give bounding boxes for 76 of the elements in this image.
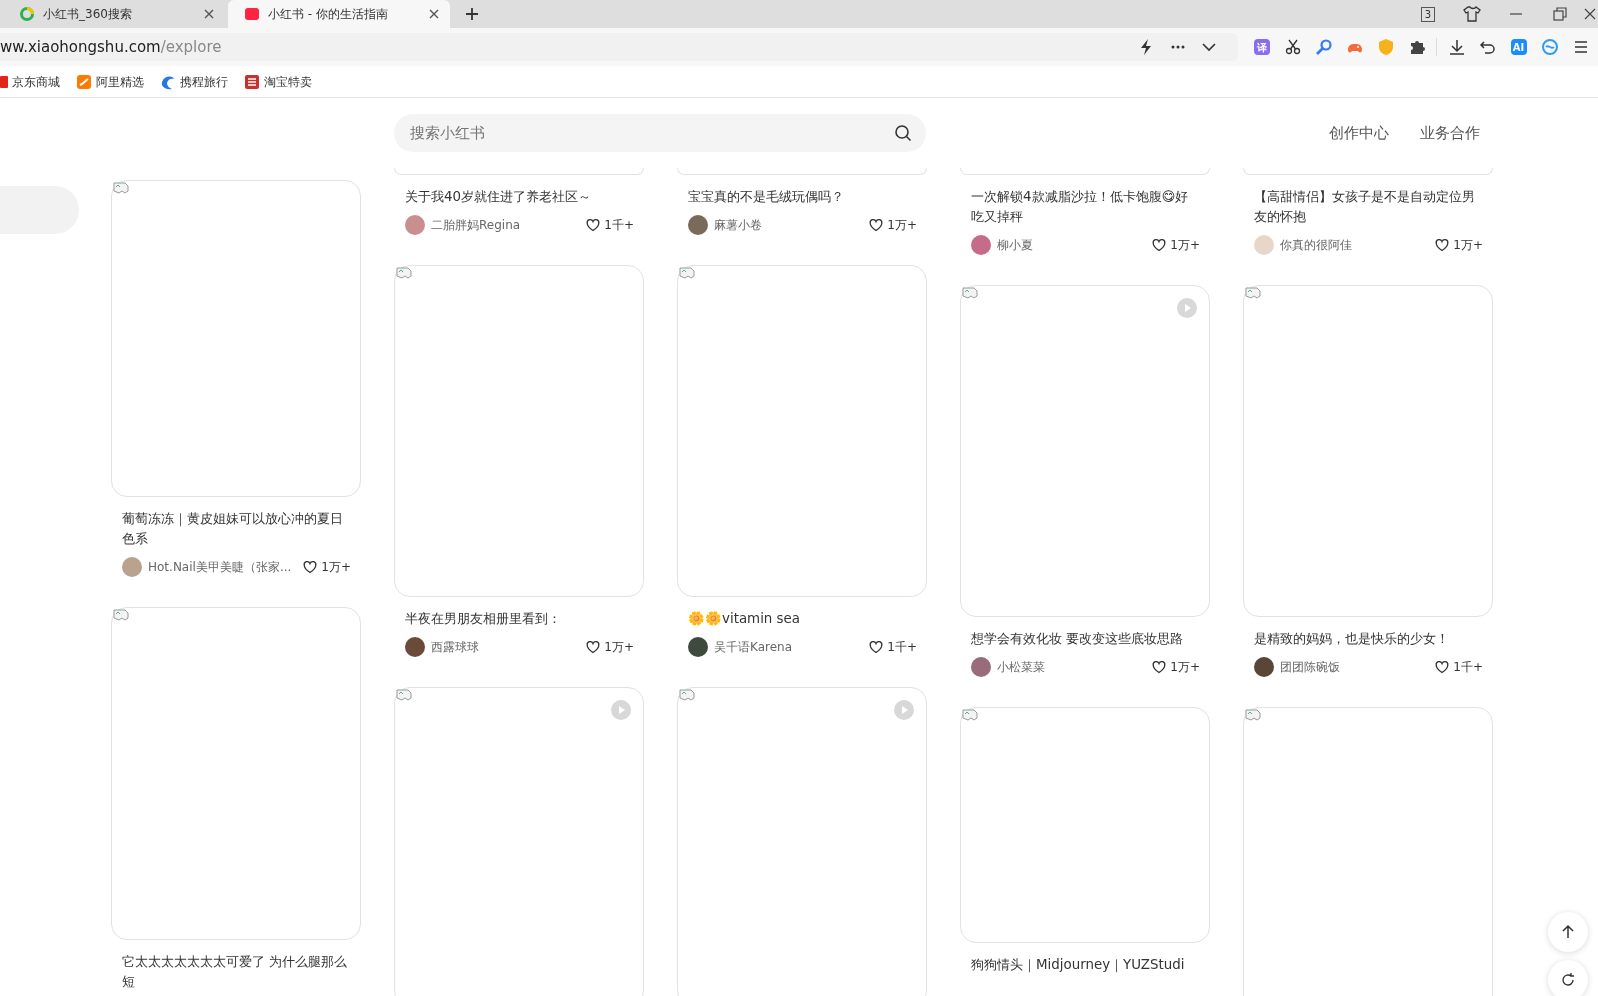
note-title[interactable]: 想学会有效化妆 要改变这些底妆思路 (971, 629, 1200, 649)
avatar[interactable] (688, 215, 708, 235)
author-name[interactable]: 二胎胖妈Regina (431, 216, 587, 234)
like-count: 1千+ (604, 217, 634, 234)
note-title[interactable]: 半夜在男朋友相册里看到： (405, 609, 634, 629)
heart-icon[interactable] (869, 640, 884, 654)
swirl-icon[interactable] (1540, 38, 1559, 56)
note-title[interactable]: 【高甜情侣】女孩子是不是自动定位男友的怀抱 (1254, 187, 1483, 227)
search-field[interactable]: 搜索小红书 (394, 114, 926, 152)
url-text: ww.xiaohongshu.com (0, 37, 161, 56)
like-count: 1万+ (1170, 237, 1200, 254)
refresh-button[interactable] (1548, 960, 1588, 996)
heart-icon[interactable] (586, 218, 601, 232)
nav-link[interactable]: 创作中心 (1329, 121, 1389, 145)
author-name[interactable]: 西露球球 (431, 638, 587, 656)
translate-extension[interactable]: 译 (1253, 39, 1270, 55)
bookmark-icon (76, 73, 92, 90)
heart-icon[interactable] (1435, 660, 1450, 674)
like-count: 1万+ (604, 639, 634, 656)
download-icon[interactable] (1447, 38, 1466, 56)
author-name[interactable]: 吴千语Karena (714, 638, 870, 656)
heart-icon[interactable] (869, 218, 884, 232)
scissors-icon[interactable] (1283, 38, 1302, 56)
like-count: 1万+ (1170, 659, 1200, 676)
close-icon[interactable] (428, 8, 440, 20)
undo-icon[interactable] (1478, 38, 1497, 56)
bookmark-icon (0, 73, 8, 90)
restore-icon[interactable] (1551, 5, 1569, 23)
note-title[interactable]: 是精致的妈妈，也是快乐的少女！ (1254, 629, 1483, 649)
browser-tab[interactable]: 小红书 - 你的生活指南 (228, 0, 450, 28)
back-to-top-button[interactable] (1548, 912, 1588, 952)
heart-icon[interactable] (1152, 238, 1167, 252)
bookmark-link[interactable]: 京东商城 (12, 72, 60, 91)
new-tab-icon[interactable] (465, 7, 479, 21)
nav-link[interactable]: 业务合作 (1420, 121, 1480, 145)
refresh-icon (1560, 972, 1576, 988)
note-title[interactable]: 葡萄冻冻｜黄皮姐妹可以放心冲的夏日色系 (122, 509, 351, 549)
favicon-icon (19, 6, 35, 22)
like-count: 1万+ (887, 217, 917, 234)
bookmark-link[interactable]: 携程旅行 (180, 72, 228, 91)
bookmark-icon (244, 73, 260, 90)
author-name[interactable]: 柳小夏 (997, 236, 1153, 254)
note-title[interactable]: 它太太太太太太太可爱了 为什么腿那么短 (122, 952, 351, 992)
tab-count[interactable]: 3 (1420, 6, 1436, 22)
avatar[interactable] (1254, 657, 1274, 677)
note-title[interactable]: 🌼🌼vitamin sea (688, 609, 917, 629)
avatar[interactable] (405, 637, 425, 657)
heart-icon[interactable] (303, 560, 318, 574)
note-title[interactable]: 一次解锁4款减脂沙拉！低卡饱腹😋好吃又掉秤 (971, 187, 1200, 227)
like-count: 1千+ (887, 639, 917, 656)
browser-tab[interactable]: 小红书_360搜索 (3, 0, 225, 28)
author-name[interactable]: 小松菜菜 (997, 658, 1153, 676)
url-path: /explore (160, 37, 222, 56)
bookmark-link[interactable]: 淘宝特卖 (264, 72, 312, 91)
heart-icon[interactable] (586, 640, 601, 654)
bookmark-link[interactable]: 阿里精选 (96, 72, 144, 91)
author-name[interactable]: 团团陈碗饭 (1280, 658, 1436, 676)
author-name[interactable]: 麻薯小卷 (714, 216, 870, 234)
note-title[interactable]: 关于我40岁就住进了养老社区～ (405, 187, 634, 207)
avatar[interactable] (688, 637, 708, 657)
shirt-icon[interactable] (1463, 5, 1481, 23)
avatar[interactable] (971, 657, 991, 677)
heart-icon[interactable] (1435, 238, 1450, 252)
author-name[interactable]: Hot.Nail美甲美睫（张家... (148, 558, 304, 576)
close-icon[interactable] (203, 8, 215, 20)
note-title[interactable]: 狗狗情头｜Midjourney｜YUZStudi (971, 955, 1200, 975)
arrow-up-icon (1560, 924, 1576, 940)
heart-icon[interactable] (1152, 660, 1167, 674)
search-icon[interactable] (894, 124, 912, 142)
address-bar[interactable]: ww.xiaohongshu.com/explore (0, 33, 1238, 61)
like-count: 1万+ (1453, 237, 1483, 254)
author-name[interactable]: 你真的很阿佳 (1280, 236, 1436, 254)
note-title[interactable]: 宝宝真的不是毛绒玩偶吗？ (688, 187, 917, 207)
like-count: 1千+ (1453, 659, 1483, 676)
favicon-icon (244, 6, 260, 22)
like-count: 1万+ (321, 559, 351, 576)
